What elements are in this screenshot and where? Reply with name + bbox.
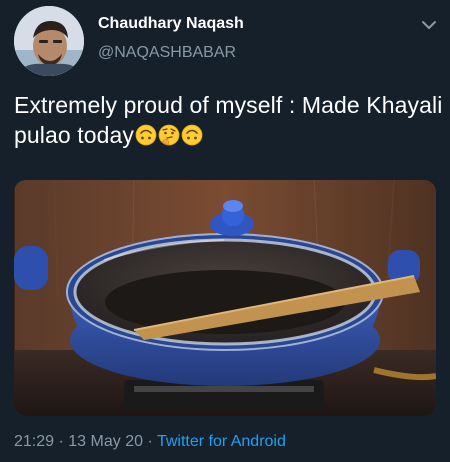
thinking-face-icon: [158, 123, 180, 146]
chevron-down-icon[interactable]: [420, 16, 438, 34]
tweet-meta: 21:29 · 13 May 20 · Twitter for Android: [14, 432, 286, 452]
upside-down-face-icon: [181, 123, 203, 146]
upside-down-face-icon: [135, 123, 157, 146]
user-handle[interactable]: @NAQASHBABAR: [98, 43, 244, 63]
tweet-time[interactable]: 21:29: [14, 433, 54, 450]
meta-separator: ·: [147, 433, 153, 450]
tweet-card: Chaudhary Naqash @NAQASHBABAR Extremely …: [0, 0, 450, 462]
tweet-source-link[interactable]: Twitter for Android: [157, 433, 286, 450]
tweet-date[interactable]: 13 May 20: [68, 433, 143, 450]
tweet-body: Extremely proud of myself : Made Khayali…: [14, 92, 443, 148]
avatar[interactable]: [14, 6, 84, 76]
tweet-header: Chaudhary Naqash @NAQASHBABAR: [14, 6, 440, 78]
display-name[interactable]: Chaudhary Naqash: [98, 14, 244, 34]
tweet-photo[interactable]: [14, 180, 436, 416]
meta-separator: ·: [58, 433, 64, 450]
tweet-text: Extremely proud of myself : Made Khayali…: [14, 90, 444, 150]
user-names: Chaudhary Naqash @NAQASHBABAR: [98, 14, 244, 63]
